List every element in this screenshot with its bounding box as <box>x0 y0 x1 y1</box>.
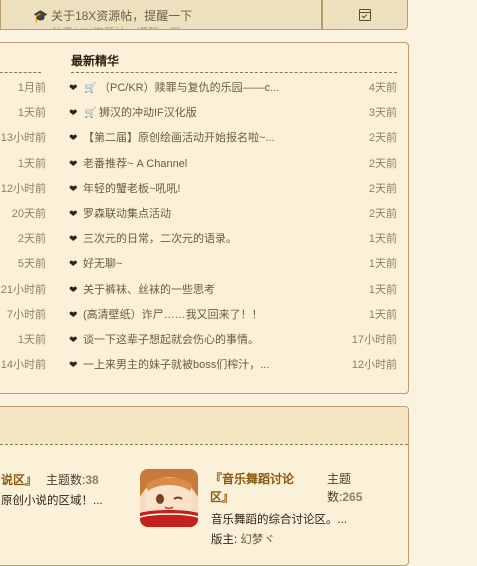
heart-icon: ❤ <box>69 259 78 271</box>
list-item: ❤ 年轻的蟹老板~吼吼! 2天前 <box>69 180 397 205</box>
post-time: 3天前 <box>368 107 397 120</box>
forum-name[interactable]: 『音乐舞蹈讨论区』 <box>210 470 306 506</box>
forum-name[interactable]: 说区』 <box>1 471 37 488</box>
calendar-check-icon[interactable] <box>359 9 371 21</box>
post-time: 1天前 <box>368 283 397 296</box>
post-time: 2天前 <box>368 207 397 220</box>
heart-icon: ❤ <box>69 234 78 246</box>
heart-icon: ❤ <box>69 309 78 321</box>
thread-link[interactable]: 【第二届】原创绘画活动开始报名啦~... <box>83 129 301 148</box>
heart-icon: ❤ <box>69 360 78 372</box>
thread-link[interactable]: 关于裤袜、丝袜的一些思考 <box>83 281 301 300</box>
post-time: 12小时前 <box>351 359 397 372</box>
featured-panel: 最新精华 1月前 1天前 13小时前 1天前 12小时前 20天前 2天前 5天前 21小时前 7… <box>0 42 409 394</box>
cart-icon: 🛒 <box>84 83 97 94</box>
thread-link[interactable]: （PC/KR）赎罪与复仇的乐园——c... <box>99 79 303 98</box>
post-time: 1天前 <box>368 308 397 321</box>
heart-icon: ❤ <box>69 83 78 94</box>
post-time: 4天前 <box>368 82 397 94</box>
heart-icon: ❤ <box>69 334 78 346</box>
thread-link[interactable]: 好无聊~ <box>83 255 301 274</box>
notice-sub-text: 关于18X资源帖，提醒一下 <box>51 24 181 30</box>
left-time: 7小时前 <box>6 308 46 321</box>
thread-link[interactable]: 狮汉的冲动IF汉化版 <box>99 104 303 123</box>
left-time: 1月前 <box>17 82 46 94</box>
heart-icon: ❤ <box>69 183 78 195</box>
list-item: ❤ 谈一下这辈子想起就会伤心的事情。 17小时前 <box>69 331 397 356</box>
thread-link[interactable]: 年轻的蟹老板~吼吼! <box>83 180 301 199</box>
left-time: 1天前 <box>17 333 46 346</box>
forum-description: 音乐舞蹈的综合讨论区。... <box>211 514 348 526</box>
forum-panel-header <box>0 407 408 444</box>
left-time: 21小时前 <box>0 283 46 296</box>
divider <box>0 72 41 73</box>
notice-link[interactable]: 🎓 关于18X资源帖，提醒一下 <box>33 7 192 24</box>
heart-icon: ❤ <box>69 158 78 170</box>
thread-link[interactable]: 老番推荐~ A Channel <box>83 155 301 174</box>
list-item: ❤ 关于裤袜、丝袜的一些思考 1天前 <box>69 281 397 306</box>
topic-count: 主题数:265 <box>327 472 363 504</box>
heart-icon: ❤ <box>69 108 78 120</box>
thread-link[interactable]: 一上来男主的妹子就被boss们榨汁，... <box>83 356 301 375</box>
list-item: ❤ 老番推荐~ A Channel 2天前 <box>69 155 397 180</box>
list-item: ❤ (高清壁纸）诈尸……我又回来了！！ 1天前 <box>69 306 397 331</box>
post-time: 2天前 <box>368 182 397 195</box>
post-time: 2天前 <box>368 132 397 145</box>
list-item: ❤ 一上来男主的妹子就被boss们榨汁，... 12小时前 <box>69 356 397 381</box>
list-item: ❤ 罗森联动集点活动 2天前 <box>69 205 397 230</box>
divider <box>71 72 397 73</box>
heart-icon: ❤ <box>69 133 78 145</box>
left-time: 2天前 <box>17 233 46 246</box>
thread-link[interactable]: (高清壁纸）诈尸……我又回来了！！ <box>83 306 301 325</box>
left-time: 12小时前 <box>0 182 46 195</box>
left-time: 20天前 <box>11 207 46 220</box>
panel-title: 最新精华 <box>71 54 120 68</box>
left-column-times: 1月前 1天前 13小时前 1天前 12小时前 20天前 2天前 5天前 21小时前 7小时前 1天… <box>0 79 46 381</box>
forum-description: 原创小说的区域！... <box>1 495 103 507</box>
list-item: ❤ 🛒 （PC/KR）赎罪与复仇的乐园——c... 4天前 <box>69 79 397 104</box>
list-item: ❤ 【第二届】原创绘画活动开始报名啦~... 2天前 <box>69 129 397 154</box>
cart-icon: 🛒 <box>84 108 97 120</box>
left-time: 5天前 <box>17 258 46 271</box>
left-time: 1天前 <box>17 157 46 170</box>
moderator-link[interactable]: 幻梦ヾ <box>240 534 275 546</box>
thread-link[interactable]: 谈一下这辈子想起就会伤心的事情。 <box>83 331 301 350</box>
post-time: 1天前 <box>368 233 397 246</box>
forum-panel: 说区』 主题数:38 原创小说的区域！... 『音乐舞蹈讨论区』 主题数:265… <box>0 406 409 566</box>
left-time: 14小时前 <box>0 359 46 372</box>
post-time: 1天前 <box>368 258 397 271</box>
thread-link[interactable]: 罗森联动集点活动 <box>83 205 301 224</box>
divider <box>0 444 408 445</box>
graduation-cap-icon: 🎓 <box>33 9 48 23</box>
list-item: ❤ 🛒 狮汉的冲动IF汉化版 3天前 <box>69 104 397 129</box>
post-time: 17小时前 <box>351 333 397 346</box>
divider <box>321 0 323 29</box>
topic-count: 主题数:38 <box>46 473 99 487</box>
forum-avatar[interactable] <box>140 469 198 527</box>
notice-text: 关于18X资源帖，提醒一下 <box>50 9 193 23</box>
forum-moderator: 版主: 幻梦ヾ <box>211 534 275 546</box>
list-item: ❤ 三次元的日常，二次元的语录。 1天前 <box>69 230 397 255</box>
thread-link[interactable]: 三次元的日常，二次元的语录。 <box>83 230 301 249</box>
heart-icon: ❤ <box>69 284 78 296</box>
list-item: ❤ 好无聊~ 1天前 <box>69 255 397 280</box>
top-notice-bar: 🎓关于18X资源帖，提醒一下 关于18X资源帖，提醒一下 <box>0 0 408 30</box>
heart-icon: ❤ <box>69 208 78 220</box>
post-time: 2天前 <box>368 157 397 170</box>
left-time: 1天前 <box>17 107 46 120</box>
featured-list: ❤ 🛒 （PC/KR）赎罪与复仇的乐园——c... 4天前 ❤ 🛒 狮汉的冲动IF汉化版 3天… <box>69 79 397 381</box>
left-time: 13小时前 <box>0 132 46 145</box>
